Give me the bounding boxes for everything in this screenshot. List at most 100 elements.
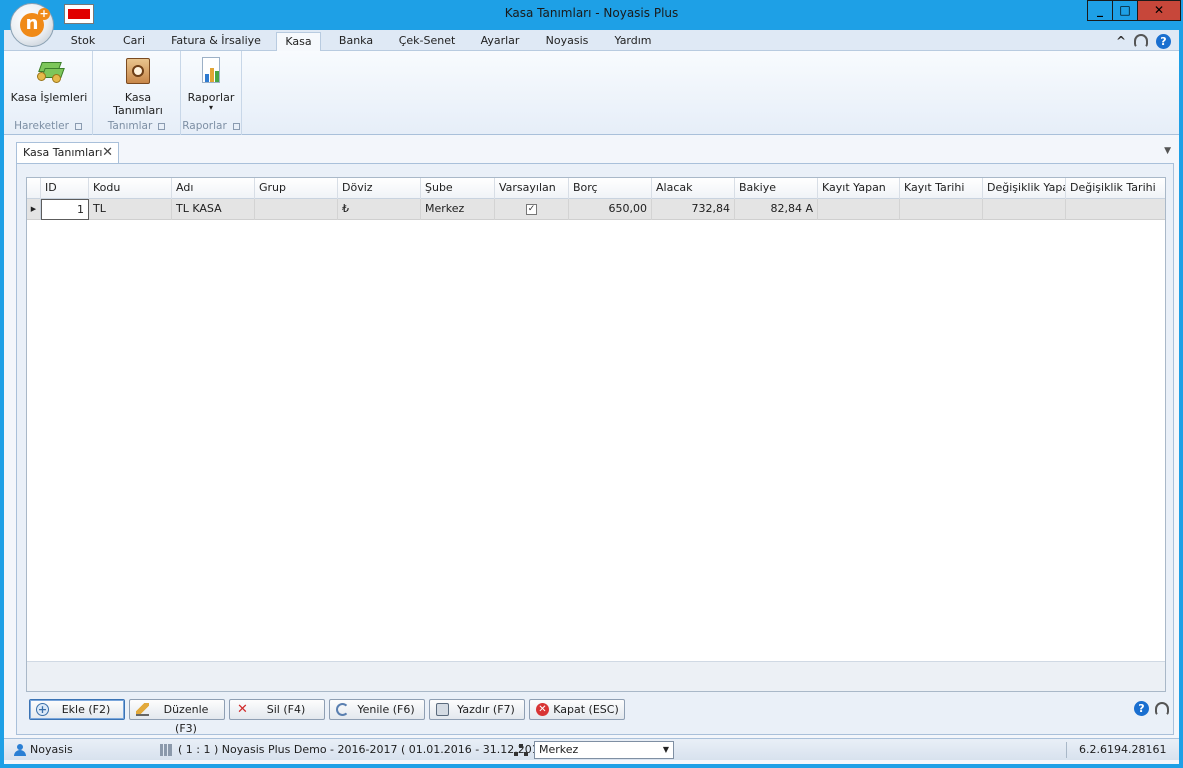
- tab-cari[interactable]: Cari: [117, 32, 151, 51]
- kasa-grid: ID Kodu Adı Grup Döviz Şube Varsayılan B…: [26, 177, 1166, 692]
- column-header-kayit-tarihi[interactable]: Kayıt Tarihi: [900, 178, 983, 199]
- group-label-hareketler: Hareketler: [4, 120, 92, 132]
- column-header-borc[interactable]: Borç: [569, 178, 652, 199]
- cell-kodu[interactable]: TL: [89, 199, 172, 220]
- branch-select[interactable]: Merkez ▼: [534, 741, 674, 759]
- collapse-ribbon-icon[interactable]: ^: [1116, 34, 1126, 48]
- tab-fatura-irsaliye[interactable]: Fatura & İrsaliye: [170, 32, 262, 51]
- status-database: ( 1 : 1 ) Noyasis Plus Demo - 2016-2017 …: [160, 739, 553, 761]
- column-header-id[interactable]: ID: [41, 178, 89, 199]
- cell-adi[interactable]: TL KASA: [172, 199, 255, 220]
- cell-bakiye[interactable]: 82,84 A: [735, 199, 818, 220]
- cell-sube[interactable]: Merkez: [421, 199, 495, 220]
- grid-footer: [27, 661, 1165, 691]
- duzenle-button[interactable]: Düzenle (F3): [129, 699, 225, 735]
- column-header-kodu[interactable]: Kodu: [89, 178, 172, 199]
- maximize-button[interactable]: □: [1112, 0, 1138, 21]
- window-title: Kasa Tanımları - Noyasis Plus: [504, 6, 679, 20]
- group-label-raporlar: Raporlar: [181, 120, 241, 132]
- minimize-icon: _: [1097, 3, 1103, 17]
- tab-banka[interactable]: Banka: [334, 32, 378, 51]
- close-icon[interactable]: ✕: [102, 143, 113, 163]
- column-header-doviz[interactable]: Döviz: [338, 178, 421, 199]
- cell-id[interactable]: 1: [41, 199, 89, 220]
- minimize-button[interactable]: _: [1087, 0, 1113, 21]
- help-icon[interactable]: ?: [1134, 701, 1149, 716]
- close-window-button[interactable]: ✕: [1137, 0, 1181, 21]
- status-user: Noyasis: [14, 739, 73, 761]
- tab-kasa[interactable]: Kasa: [276, 32, 321, 52]
- grid-header: ID Kodu Adı Grup Döviz Şube Varsayılan B…: [27, 178, 1165, 199]
- column-header-varsayilan[interactable]: Varsayılan: [495, 178, 569, 199]
- status-divider: [1066, 742, 1067, 758]
- tab-noyasis[interactable]: Noyasis: [542, 32, 592, 51]
- dialog-launcher-icon[interactable]: [74, 122, 82, 130]
- support-headset-icon[interactable]: [1134, 34, 1148, 48]
- logo-plus-icon: +: [38, 7, 50, 20]
- print-icon: [436, 703, 449, 716]
- ribbon-right-controls: ^ ?: [1116, 32, 1171, 50]
- tab-cek-senet[interactable]: Çek-Senet: [396, 32, 458, 51]
- ribbon-group-raporlar: Raporlar ▾ Raporlar: [181, 51, 242, 135]
- kasa-tanimlari-label: Kasa Tanımları: [113, 91, 163, 117]
- cell-grup[interactable]: [255, 199, 338, 220]
- kasa-tanimlari-button[interactable]: Kasa Tanımları: [99, 57, 177, 117]
- column-header-alacak[interactable]: Alacak: [652, 178, 735, 199]
- cell-kayit-yapan[interactable]: [818, 199, 900, 220]
- cell-varsayilan[interactable]: ✓: [495, 199, 569, 220]
- kasa-islemleri-button[interactable]: Kasa İşlemleri: [10, 57, 88, 104]
- column-header-degisiklik-yapan[interactable]: Değişiklik Yapan: [983, 178, 1066, 199]
- pencil-icon: [136, 703, 149, 716]
- maximize-icon: □: [1119, 3, 1131, 17]
- status-version: 6.2.6194.28161: [1079, 743, 1167, 756]
- action-bar: + Ekle (F2) Düzenle (F3) ✕ Sil (F4) Yeni…: [17, 699, 1175, 735]
- ekle-button[interactable]: + Ekle (F2): [29, 699, 125, 720]
- cell-alacak[interactable]: 732,84: [652, 199, 735, 220]
- kapat-button[interactable]: ✕ Kapat (ESC): [529, 699, 625, 720]
- tab-stok[interactable]: Stok: [66, 32, 100, 51]
- network-icon: [514, 743, 528, 757]
- chevron-down-icon[interactable]: ▼: [1164, 146, 1171, 156]
- cell-borc[interactable]: 650,00: [569, 199, 652, 220]
- column-header-adi[interactable]: Adı: [172, 178, 255, 199]
- document-area: Kasa Tanımları ✕ ▼ ID Kodu Adı Grup Dövi…: [12, 136, 1175, 736]
- table-row[interactable]: ▶ 1 TL TL KASA ₺ Merkez ✓ 650,00 732,84 …: [27, 199, 1165, 220]
- close-circle-icon: ✕: [536, 703, 549, 716]
- column-header-degisiklik-tarihi[interactable]: Değişiklik Tarihi: [1066, 178, 1165, 199]
- status-branch-icon-wrap: [514, 739, 532, 761]
- database-icon: [160, 744, 172, 756]
- plus-icon: +: [36, 703, 49, 716]
- varsayilan-checkbox[interactable]: ✓: [526, 203, 537, 215]
- tab-yardim[interactable]: Yardım: [610, 32, 656, 51]
- cell-degisiklik-yapan[interactable]: [983, 199, 1066, 220]
- cell-degisiklik-tarihi[interactable]: [1066, 199, 1165, 220]
- dialog-launcher-icon[interactable]: [158, 122, 166, 130]
- yazdir-button[interactable]: Yazdır (F7): [429, 699, 525, 720]
- money-icon: [35, 57, 65, 85]
- ribbon-group-hareketler: Kasa İşlemleri Hareketler: [4, 51, 93, 135]
- support-headset-icon[interactable]: [1155, 701, 1169, 716]
- safe-icon: [124, 57, 152, 85]
- dialog-launcher-icon[interactable]: [232, 122, 240, 130]
- column-header-grup[interactable]: Grup: [255, 178, 338, 199]
- close-icon: ✕: [1153, 3, 1165, 17]
- ribbon-panel: Kasa İşlemleri Hareketler Kasa Tanımları…: [4, 51, 1179, 135]
- tab-ayarlar[interactable]: Ayarlar: [476, 32, 524, 51]
- flag-icon[interactable]: [64, 4, 94, 24]
- cell-doviz[interactable]: ₺: [338, 199, 421, 220]
- app-window: Kasa Tanımları - Noyasis Plus _ □ ✕ n + …: [0, 0, 1183, 768]
- yenile-button[interactable]: Yenile (F6): [329, 699, 425, 720]
- column-header-bakiye[interactable]: Bakiye: [735, 178, 818, 199]
- status-bar: Noyasis ( 1 : 1 ) Noyasis Plus Demo - 20…: [4, 738, 1179, 760]
- app-logo-button[interactable]: n +: [10, 3, 54, 47]
- raporlar-button[interactable]: Raporlar ▾: [185, 57, 237, 112]
- column-header-kayit-yapan[interactable]: Kayıt Yapan: [818, 178, 900, 199]
- column-header-sube[interactable]: Şube: [421, 178, 495, 199]
- help-icon[interactable]: ?: [1156, 33, 1171, 49]
- content-panel: ID Kodu Adı Grup Döviz Şube Varsayılan B…: [16, 163, 1174, 735]
- sil-button[interactable]: ✕ Sil (F4): [229, 699, 325, 720]
- cell-kayit-tarihi[interactable]: [900, 199, 983, 220]
- document-tab-kasa-tanimlari[interactable]: Kasa Tanımları ✕: [16, 142, 119, 164]
- document-tab-label: Kasa Tanımları: [23, 146, 103, 159]
- panel-right-icons: ?: [1134, 701, 1169, 716]
